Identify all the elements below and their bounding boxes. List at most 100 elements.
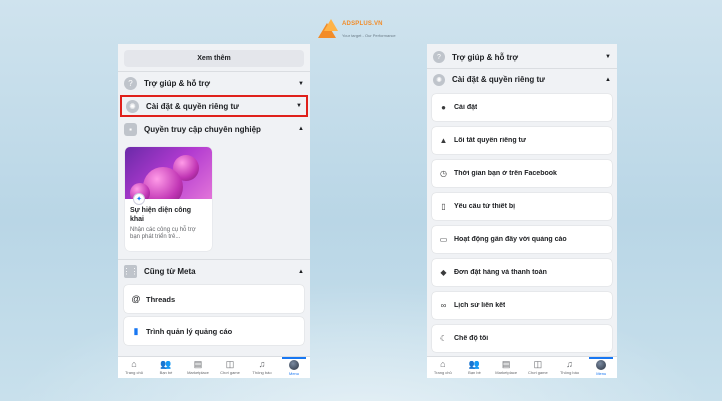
tab-label: Trang chủ: [125, 370, 143, 375]
link-icon: ∞: [440, 301, 447, 310]
tab-friends[interactable]: 👥 Bạn bè: [459, 357, 491, 378]
adsplus-logo-icon: [318, 19, 338, 39]
friends-icon: 👥: [160, 359, 172, 369]
avatar-icon: [289, 359, 299, 370]
settings-privacy-label: Cài đặt & quyền riêng tư: [452, 75, 545, 84]
ads-manager-item[interactable]: ▮ Trình quản lý quảng cáo: [124, 317, 304, 345]
item-label: Cài đặt: [454, 104, 478, 111]
also-from-meta-row[interactable]: ⋮⋮ Cũng từ Meta ▲: [118, 259, 310, 283]
chevron-down-icon: ▼: [296, 103, 302, 109]
tab-home[interactable]: ⌂ Trang chủ: [118, 357, 150, 378]
item-label: Lối tắt quyền riêng tư: [454, 137, 526, 144]
threads-item[interactable]: @ Threads: [124, 285, 304, 313]
gaming-icon: ◫: [225, 359, 235, 369]
link-history-item[interactable]: ∞ Lịch sử liên kết: [432, 292, 612, 319]
tab-friends[interactable]: 👥 Bạn bè: [150, 357, 182, 378]
item-label: Thời gian bạn ở trên Facebook: [454, 170, 557, 177]
tab-label: Bạn bè: [468, 370, 481, 375]
tab-menu[interactable]: Menu: [585, 357, 617, 378]
user-settings-icon: ●: [441, 103, 446, 112]
tab-home[interactable]: ⌂ Trang chủ: [427, 357, 459, 378]
chevron-down-icon: ▼: [298, 80, 304, 87]
tab-label: Chơi game: [220, 370, 240, 375]
item-label: Lịch sử liên kết: [454, 302, 506, 309]
logo-name: ADSPLUS.VN: [342, 20, 383, 27]
chevron-down-icon: ▼: [605, 54, 611, 60]
tab-marketplace[interactable]: ▤ Marketplace: [182, 357, 214, 378]
tab-label: Marketplace: [495, 370, 518, 375]
tab-notifications[interactable]: ♫ Thông báo: [554, 357, 586, 378]
tag-icon: ◆: [440, 268, 447, 277]
grid-icon: ⋮⋮: [122, 265, 139, 278]
pro-access-row[interactable]: ▪ Quyền truy cập chuyên nghiệp ▲: [118, 117, 310, 141]
device-icon: ▯: [441, 202, 446, 211]
lock-icon: ▲: [439, 136, 448, 145]
item-label: Yêu cầu từ thiết bị: [454, 203, 516, 210]
right-phone-screen: ? Trợ giúp & hỗ trợ ▼ ✺ Cài đặt & quyền …: [427, 44, 617, 378]
briefcase-icon: ▪: [124, 122, 137, 136]
tab-gaming[interactable]: ◫ Chơi game: [214, 357, 246, 378]
public-presence-card[interactable]: ✦ Sự hiện diện công khai Nhận các công c…: [125, 147, 212, 251]
tab-gaming[interactable]: ◫ Chơi game: [522, 357, 554, 378]
moon-icon: ☾: [439, 334, 448, 343]
orders-payments-item[interactable]: ◆ Đơn đặt hàng và thanh toán: [432, 259, 612, 286]
public-presence-desc: Nhận các công cụ hỗ trợ bạn phát triển t…: [130, 226, 196, 241]
tab-label: Menu: [596, 370, 607, 376]
logo-tagline: Your target - Our Performance: [342, 32, 396, 38]
settings-privacy-row[interactable]: ✺ Cài đặt & quyền riêng tư ▼: [120, 95, 308, 117]
help-support-row[interactable]: ? Trợ giúp & hỗ trợ ▼: [118, 71, 310, 95]
ads-manager-label: Trình quản lý quảng cáo: [146, 326, 233, 336]
tab-label: Bạn bè: [159, 370, 173, 375]
home-icon: ⌂: [131, 359, 137, 369]
tab-label: Trang chủ: [433, 370, 452, 375]
tab-label: Thông báo: [559, 370, 580, 375]
marketplace-icon: ▤: [193, 359, 203, 369]
privacy-shortcuts-item[interactable]: ▲ Lối tắt quyền riêng tư: [432, 127, 612, 154]
time-on-facebook-item[interactable]: ◷ Thời gian bạn ở trên Facebook: [432, 160, 612, 187]
marketplace-icon: ▤: [501, 359, 511, 369]
settings-item[interactable]: ● Cài đặt: [432, 94, 612, 121]
clock-icon: ◷: [440, 169, 447, 178]
help-support-label: Trợ giúp & hỗ trợ: [144, 79, 211, 88]
gear-icon: ✺: [126, 99, 139, 113]
tab-menu[interactable]: Menu: [278, 357, 310, 378]
settings-privacy-row[interactable]: ✺ Cài đặt & quyền riêng tư ▲: [427, 68, 617, 90]
bottom-tab-bar: ⌂ Trang chủ 👥 Bạn bè ▤ Marketplace ◫ Chơi ga…: [427, 356, 617, 378]
item-label: Đơn đặt hàng và thanh toán: [454, 269, 547, 276]
public-presence-image: [125, 147, 212, 199]
gaming-icon: ◫: [533, 359, 543, 369]
chevron-up-icon: ▲: [605, 76, 611, 83]
tab-label: Menu: [288, 370, 299, 376]
gear-icon: ✺: [433, 73, 445, 86]
bell-icon: ♫: [566, 359, 573, 369]
recent-ad-activity-item[interactable]: ▭ Hoạt động gần đây với quảng cáo: [432, 226, 612, 253]
chevron-up-icon: ▲: [298, 126, 304, 132]
tab-marketplace[interactable]: ▤ Marketplace: [490, 357, 522, 378]
adsplus-logo: ADSPLUS.VN Your target - Our Performance: [318, 18, 396, 40]
help-support-row[interactable]: ? Trợ giúp & hỗ trợ ▼: [427, 46, 617, 68]
item-label: Chế độ tối: [454, 335, 489, 342]
item-label: Hoạt động gần đây với quảng cáo: [454, 236, 567, 243]
threads-icon: @: [131, 294, 141, 304]
tab-label: Marketplace: [187, 370, 209, 375]
bell-icon: ♫: [258, 359, 266, 369]
pro-access-label: Quyền truy cập chuyên nghiệp: [144, 124, 261, 134]
dark-mode-item[interactable]: ☾ Chế độ tối: [432, 325, 612, 352]
megaphone-icon: ✦: [133, 193, 145, 205]
settings-privacy-label: Cài đặt & quyền riêng tư: [146, 101, 239, 111]
home-icon: ⌂: [440, 359, 446, 369]
tab-notifications[interactable]: ♫ Thông báo: [246, 357, 278, 378]
avatar-icon: [596, 359, 607, 370]
device-requests-item[interactable]: ▯ Yêu cầu từ thiết bị: [432, 193, 612, 220]
help-support-label: Trợ giúp & hỗ trợ: [452, 52, 519, 62]
bottom-tab-bar: ⌂ Trang chủ 👥 Bạn bè ▤ Marketplace ◫ Chơi ga…: [118, 356, 310, 378]
threads-label: Threads: [146, 294, 176, 304]
friends-icon: 👥: [468, 359, 481, 369]
also-from-meta-label: Cũng từ Meta: [144, 267, 196, 276]
tab-label: Chơi game: [527, 370, 548, 375]
ads-manager-icon: ▮: [133, 325, 139, 336]
question-icon: ?: [124, 77, 137, 90]
left-phone-screen: Xem thêm ? Trợ giúp & hỗ trợ ▼ ✺ Cài đặt…: [118, 44, 310, 378]
see-more-button[interactable]: Xem thêm: [124, 50, 304, 67]
chevron-up-icon: ▲: [298, 268, 304, 275]
